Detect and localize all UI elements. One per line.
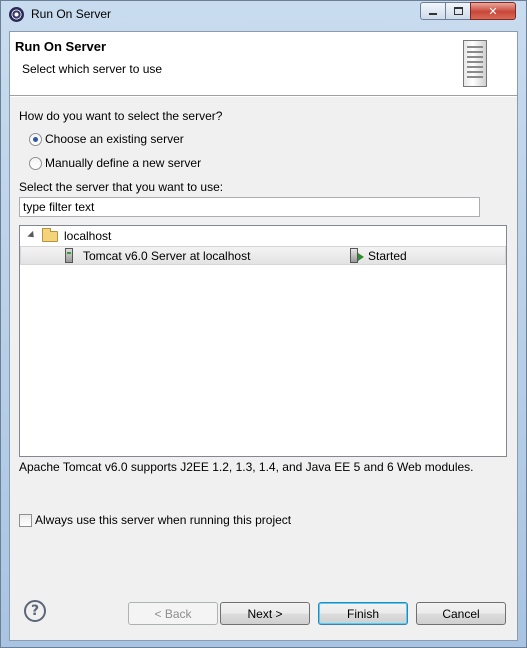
filter-input[interactable] (19, 197, 480, 217)
server-started-icon (350, 248, 364, 263)
help-icon[interactable]: ? (24, 600, 46, 622)
page-title: Run On Server (15, 39, 107, 54)
finish-button[interactable]: Finish (318, 602, 408, 625)
radio-new-server[interactable] (29, 157, 42, 170)
eclipse-icon (9, 7, 24, 22)
wizard-header: Run On Server Select which server to use (10, 32, 517, 96)
always-use-checkbox[interactable] (19, 514, 32, 527)
title-bar[interactable]: Run On Server ✕ (1, 1, 526, 27)
folder-icon (42, 228, 58, 242)
back-button[interactable]: < Back (128, 602, 218, 625)
maximize-button[interactable] (445, 2, 471, 20)
dialog-window: Run On Server ✕ Run On Server Select whi… (0, 0, 527, 648)
maximize-icon (453, 7, 463, 15)
server-description: Apache Tomcat v6.0 supports J2EE 1.2, 1.… (19, 460, 474, 474)
radio-existing-server-label[interactable]: Choose an existing server (45, 132, 184, 146)
selection-question: How do you want to select the server? (19, 109, 223, 123)
minimize-button[interactable] (420, 2, 446, 20)
window-title: Run On Server (31, 7, 112, 21)
tree-node-tomcat-server[interactable]: Tomcat v6.0 Server at localhost Started (20, 246, 506, 265)
server-state: Started (368, 249, 407, 263)
server-tree[interactable]: localhost Tomcat v6.0 Server at localhos… (19, 225, 507, 457)
minimize-icon (429, 13, 437, 15)
wizard-body: How do you want to select the server? Ch… (10, 97, 517, 640)
dialog-client: Run On Server Select which server to use… (9, 31, 518, 641)
radio-new-server-label[interactable]: Manually define a new server (45, 156, 201, 170)
next-button[interactable]: Next > (220, 602, 310, 625)
tree-node-localhost[interactable]: localhost (20, 227, 506, 246)
page-subtitle: Select which server to use (22, 62, 163, 76)
close-icon: ✕ (488, 5, 498, 18)
expand-icon[interactable] (27, 230, 37, 241)
tree-node-host-label: localhost (64, 229, 112, 243)
cancel-button[interactable]: Cancel (416, 602, 506, 625)
server-list-label: Select the server that you want to use: (19, 180, 224, 194)
always-use-label[interactable]: Always use this server when running this… (35, 513, 291, 527)
tomcat-server-icon (65, 248, 73, 263)
help-glyph: ? (30, 603, 40, 619)
server-icon (463, 40, 487, 87)
radio-existing-server[interactable] (29, 133, 42, 146)
button-bar: ? < Back Next > Finish Cancel (10, 592, 517, 640)
close-button[interactable]: ✕ (470, 2, 516, 20)
server-name: Tomcat v6.0 Server at localhost (83, 249, 251, 263)
